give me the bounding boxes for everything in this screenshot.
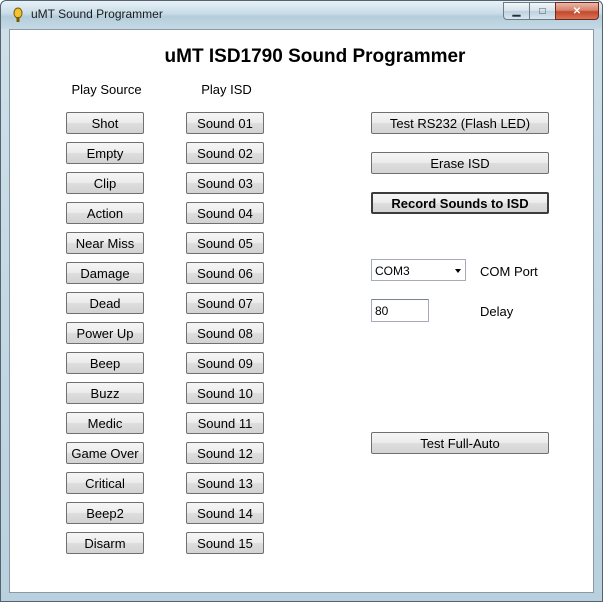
- delay-label: Delay: [480, 304, 514, 319]
- play-source-button[interactable]: Game Over: [66, 442, 144, 464]
- play-source-label: Play Source: [71, 82, 142, 97]
- window-title: uMT Sound Programmer: [31, 7, 163, 21]
- play-source-button[interactable]: Disarm: [66, 532, 144, 554]
- play-isd-button[interactable]: Sound 13: [186, 472, 264, 494]
- delay-input[interactable]: [371, 299, 429, 322]
- play-isd-button[interactable]: Sound 08: [186, 322, 264, 344]
- record-sounds-button[interactable]: Record Sounds to ISD: [371, 192, 549, 214]
- play-source-button[interactable]: Dead: [66, 292, 144, 314]
- play-isd-button[interactable]: Sound 10: [186, 382, 264, 404]
- play-source-button[interactable]: Clip: [66, 172, 144, 194]
- app-window: uMT Sound Programmer ▁ □ ✕ uMT ISD1790 S…: [0, 0, 603, 602]
- test-full-auto-button[interactable]: Test Full-Auto: [371, 432, 549, 454]
- play-isd-button[interactable]: Sound 07: [186, 292, 264, 314]
- play-isd-button[interactable]: Sound 15: [186, 532, 264, 554]
- client-area: uMT ISD1790 Sound Programmer Play Source…: [9, 29, 594, 593]
- erase-isd-button[interactable]: Erase ISD: [371, 152, 549, 174]
- play-source-button[interactable]: Damage: [66, 262, 144, 284]
- play-source-button[interactable]: Action: [66, 202, 144, 224]
- play-isd-button[interactable]: Sound 03: [186, 172, 264, 194]
- play-source-button[interactable]: Power Up: [66, 322, 144, 344]
- play-source-button[interactable]: Near Miss: [66, 232, 144, 254]
- com-port-value: COM3: [375, 264, 410, 278]
- play-source-button[interactable]: Shot: [66, 112, 144, 134]
- page-title: uMT ISD1790 Sound Programmer: [164, 46, 466, 67]
- play-isd-button[interactable]: Sound 05: [186, 232, 264, 254]
- chevron-down-icon[interactable]: [455, 269, 461, 273]
- minimize-button[interactable]: ▁: [503, 2, 529, 20]
- minimize-icon: ▁: [512, 5, 521, 17]
- title-bar[interactable]: uMT Sound Programmer ▁ □ ✕: [1, 1, 602, 29]
- play-isd-button[interactable]: Sound 02: [186, 142, 264, 164]
- play-source-button[interactable]: Empty: [66, 142, 144, 164]
- maximize-button[interactable]: □: [529, 2, 555, 20]
- play-isd-label: Play ISD: [201, 82, 252, 97]
- play-isd-button[interactable]: Sound 11: [186, 412, 264, 434]
- play-source-button[interactable]: Beep2: [66, 502, 144, 524]
- play-isd-button[interactable]: Sound 12: [186, 442, 264, 464]
- test-rs232-button[interactable]: Test RS232 (Flash LED): [371, 112, 549, 134]
- play-isd-button[interactable]: Sound 06: [186, 262, 264, 284]
- com-port-select[interactable]: COM3: [371, 259, 466, 281]
- com-port-label: COM Port: [480, 264, 538, 279]
- play-isd-button[interactable]: Sound 01: [186, 112, 264, 134]
- caption-buttons: ▁ □ ✕: [503, 2, 599, 20]
- play-source-button[interactable]: Beep: [66, 352, 144, 374]
- close-button[interactable]: ✕: [555, 2, 599, 20]
- play-source-button[interactable]: Buzz: [66, 382, 144, 404]
- maximize-icon: □: [539, 5, 546, 17]
- play-isd-button[interactable]: Sound 14: [186, 502, 264, 524]
- play-source-button[interactable]: Critical: [66, 472, 144, 494]
- app-icon: [13, 7, 23, 22]
- close-icon: ✕: [572, 5, 582, 17]
- play-isd-button[interactable]: Sound 09: [186, 352, 264, 374]
- play-isd-button[interactable]: Sound 04: [186, 202, 264, 224]
- play-source-button[interactable]: Medic: [66, 412, 144, 434]
